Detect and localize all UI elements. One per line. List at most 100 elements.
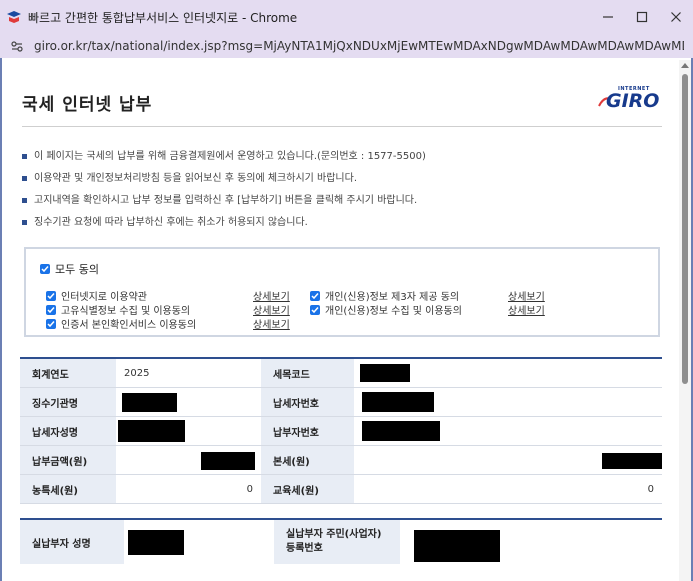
payer-info-table: 실납부자 성명 실납부자 주민(사업자) 등록번호 <box>20 518 662 564</box>
browser-titlebar: 빠르고 간편한 통합납부서비스 인터넷지로 - Chrome <box>0 0 693 34</box>
payer-no-value <box>354 417 662 445</box>
redacted-block <box>128 530 184 555</box>
fiscal-year-value: 2025 <box>124 367 150 379</box>
checkbox-checked-icon[interactable] <box>46 304 56 315</box>
close-button[interactable] <box>659 0 693 34</box>
payer-id-value <box>400 520 662 564</box>
payer-name-value <box>124 520 274 564</box>
personal-info-detail-link[interactable]: 상세보기 <box>508 302 545 317</box>
bullet-icon <box>22 154 27 159</box>
logo-giro-text: GIRO <box>606 90 660 112</box>
minimize-icon <box>603 16 613 18</box>
unique-id-detail-link[interactable]: 상세보기 <box>253 302 290 317</box>
cert-detail-link[interactable]: 상세보기 <box>253 316 290 331</box>
notice-text: 이용약관 및 개인정보처리방침 등을 읽어보신 후 동의에 체크하시기 바랍니다… <box>34 173 358 184</box>
window-title: 빠르고 간편한 통합납부서비스 인터넷지로 - Chrome <box>28 10 298 25</box>
agree-cert-label: 인증서 본인확인서비스 이용동의 <box>61 320 197 331</box>
payer-id-label: 실납부자 주민(사업자) 등록번호 <box>274 520 400 564</box>
rural-tax-label: 농특세(원) <box>20 475 116 503</box>
redacted-block <box>414 530 500 562</box>
agree-third-party-label: 개인(신용)정보 제3자 제공 동의 <box>325 292 460 303</box>
taxpayer-name-value <box>116 417 261 445</box>
redacted-block <box>602 453 662 469</box>
bullet-icon <box>22 176 27 181</box>
close-icon <box>671 12 681 22</box>
table-row: 납세자성명 납부자번호 <box>20 417 662 446</box>
agree-personal-info-checkbox[interactable]: 개인(신용)정보 수집 및 이용동의 <box>310 302 462 317</box>
collector-value <box>116 388 261 416</box>
agree-terms-checkbox[interactable]: 인터넷지로 이용약관 <box>46 288 147 303</box>
page-title: 국세 인터넷 납부 <box>22 95 153 115</box>
scroll-up-arrow-icon[interactable] <box>681 63 689 68</box>
page-content: 국세 인터넷 납부 INTERNET GIRO 이 페이지는 국세의 납부를 위… <box>2 60 679 581</box>
notice-item: 이용약관 및 개인정보처리방침 등을 읽어보신 후 동의에 체크하시기 바랍니다… <box>22 172 662 194</box>
redacted-block <box>360 364 410 382</box>
notice-text: 고지내역을 확인하시고 납부 정보를 입력하신 후 [납부하기] 버튼을 클릭해… <box>34 195 418 206</box>
third-party-detail-link[interactable]: 상세보기 <box>508 288 545 303</box>
notice-list: 이 페이지는 국세의 납부를 위해 금융결제원에서 운영하고 있습니다.(문의번… <box>22 150 662 238</box>
title-divider <box>22 126 662 127</box>
checkbox-checked-icon[interactable] <box>40 264 50 274</box>
redacted-block <box>201 452 255 470</box>
table-row: 농특세(원) 0 교육세(원) 0 <box>20 475 662 504</box>
bullet-icon <box>22 198 27 203</box>
agree-unique-id-checkbox[interactable]: 고유식별정보 수집 및 이용동의 <box>46 302 190 317</box>
edu-tax-value: 0 <box>647 483 654 495</box>
bullet-icon <box>22 220 27 225</box>
payer-id-label-line2: 등록번호 <box>286 543 323 554</box>
table-row: 징수기관명 납세자번호 <box>20 388 662 417</box>
agree-all-label: 모두 동의 <box>55 263 99 276</box>
tax-code-value <box>354 359 662 387</box>
rural-tax-value: 0 <box>246 483 253 495</box>
scrollbar-thumb[interactable] <box>682 74 688 384</box>
redacted-block <box>118 420 185 442</box>
redacted-block <box>362 392 434 412</box>
payer-name-label: 실납부자 성명 <box>20 520 124 564</box>
agree-cert-checkbox[interactable]: 인증서 본인확인서비스 이용동의 <box>46 316 196 331</box>
taxpayer-name-label: 납세자성명 <box>20 417 116 445</box>
taxpayer-no-value <box>354 388 662 416</box>
maximize-icon <box>636 11 648 23</box>
tax-code-label: 세목코드 <box>261 359 354 387</box>
agree-third-party-checkbox[interactable]: 개인(신용)정보 제3자 제공 동의 <box>310 288 459 303</box>
main-tax-value <box>354 446 662 474</box>
amount-value <box>116 446 261 474</box>
agree-terms-label: 인터넷지로 이용약관 <box>61 292 147 303</box>
notice-item: 고지내역을 확인하시고 납부 정보를 입력하신 후 [납부하기] 버튼을 클릭해… <box>22 194 662 216</box>
redacted-block <box>362 421 440 441</box>
checkbox-checked-icon[interactable] <box>46 290 56 301</box>
url-text[interactable]: giro.or.kr/tax/national/index.jsp?msg=Mj… <box>34 39 684 53</box>
payer-id-label-line1: 실납부자 주민(사업자) <box>286 529 382 540</box>
amount-label: 납부금액(원) <box>20 446 116 474</box>
giro-favicon-icon <box>6 10 22 24</box>
agree-personal-info-label: 개인(신용)정보 수집 및 이용동의 <box>325 306 462 317</box>
payer-no-label: 납부자번호 <box>261 417 354 445</box>
giro-logo: INTERNET GIRO <box>598 86 662 116</box>
notice-item: 이 페이지는 국세의 납부를 위해 금융결제원에서 운영하고 있습니다.(문의번… <box>22 150 662 172</box>
site-info-icon[interactable] <box>10 39 24 53</box>
notice-item: 징수기관 요청에 따라 납부하신 후에는 취소가 허용되지 않습니다. <box>22 216 662 238</box>
checkbox-checked-icon[interactable] <box>310 290 320 301</box>
notice-text: 이 페이지는 국세의 납부를 위해 금융결제원에서 운영하고 있습니다.(문의번… <box>34 151 426 162</box>
agree-all-checkbox[interactable]: 모두 동의 <box>40 261 99 277</box>
checkbox-checked-icon[interactable] <box>46 318 56 329</box>
table-row: 회계연도 2025 세목코드 <box>20 359 662 388</box>
terms-detail-link[interactable]: 상세보기 <box>253 288 290 303</box>
edu-tax-label: 교육세(원) <box>261 475 354 503</box>
notice-text: 징수기관 요청에 따라 납부하신 후에는 취소가 허용되지 않습니다. <box>34 217 308 228</box>
vertical-scrollbar[interactable] <box>679 60 691 581</box>
taxpayer-no-label: 납세자번호 <box>261 388 354 416</box>
main-tax-label: 본세(원) <box>261 446 354 474</box>
redacted-block <box>122 393 177 412</box>
checkbox-checked-icon[interactable] <box>310 304 320 315</box>
collector-label: 징수기관명 <box>20 388 116 416</box>
address-bar[interactable]: giro.or.kr/tax/national/index.jsp?msg=Mj… <box>0 34 693 58</box>
minimize-button[interactable] <box>591 0 625 34</box>
agree-unique-id-label: 고유식별정보 수집 및 이용동의 <box>61 306 191 317</box>
table-row: 실납부자 성명 실납부자 주민(사업자) 등록번호 <box>20 520 662 564</box>
agreement-box: 모두 동의 인터넷지로 이용약관 상세보기 고유식별정보 수집 및 이용동의 상… <box>24 247 660 337</box>
tax-info-table: 회계연도 2025 세목코드 징수기관명 납세자번호 납세자성명 납부자번호 납… <box>20 357 662 504</box>
fiscal-year-label: 회계연도 <box>20 359 116 387</box>
maximize-button[interactable] <box>625 0 659 34</box>
table-row: 납부금액(원) 본세(원) <box>20 446 662 475</box>
